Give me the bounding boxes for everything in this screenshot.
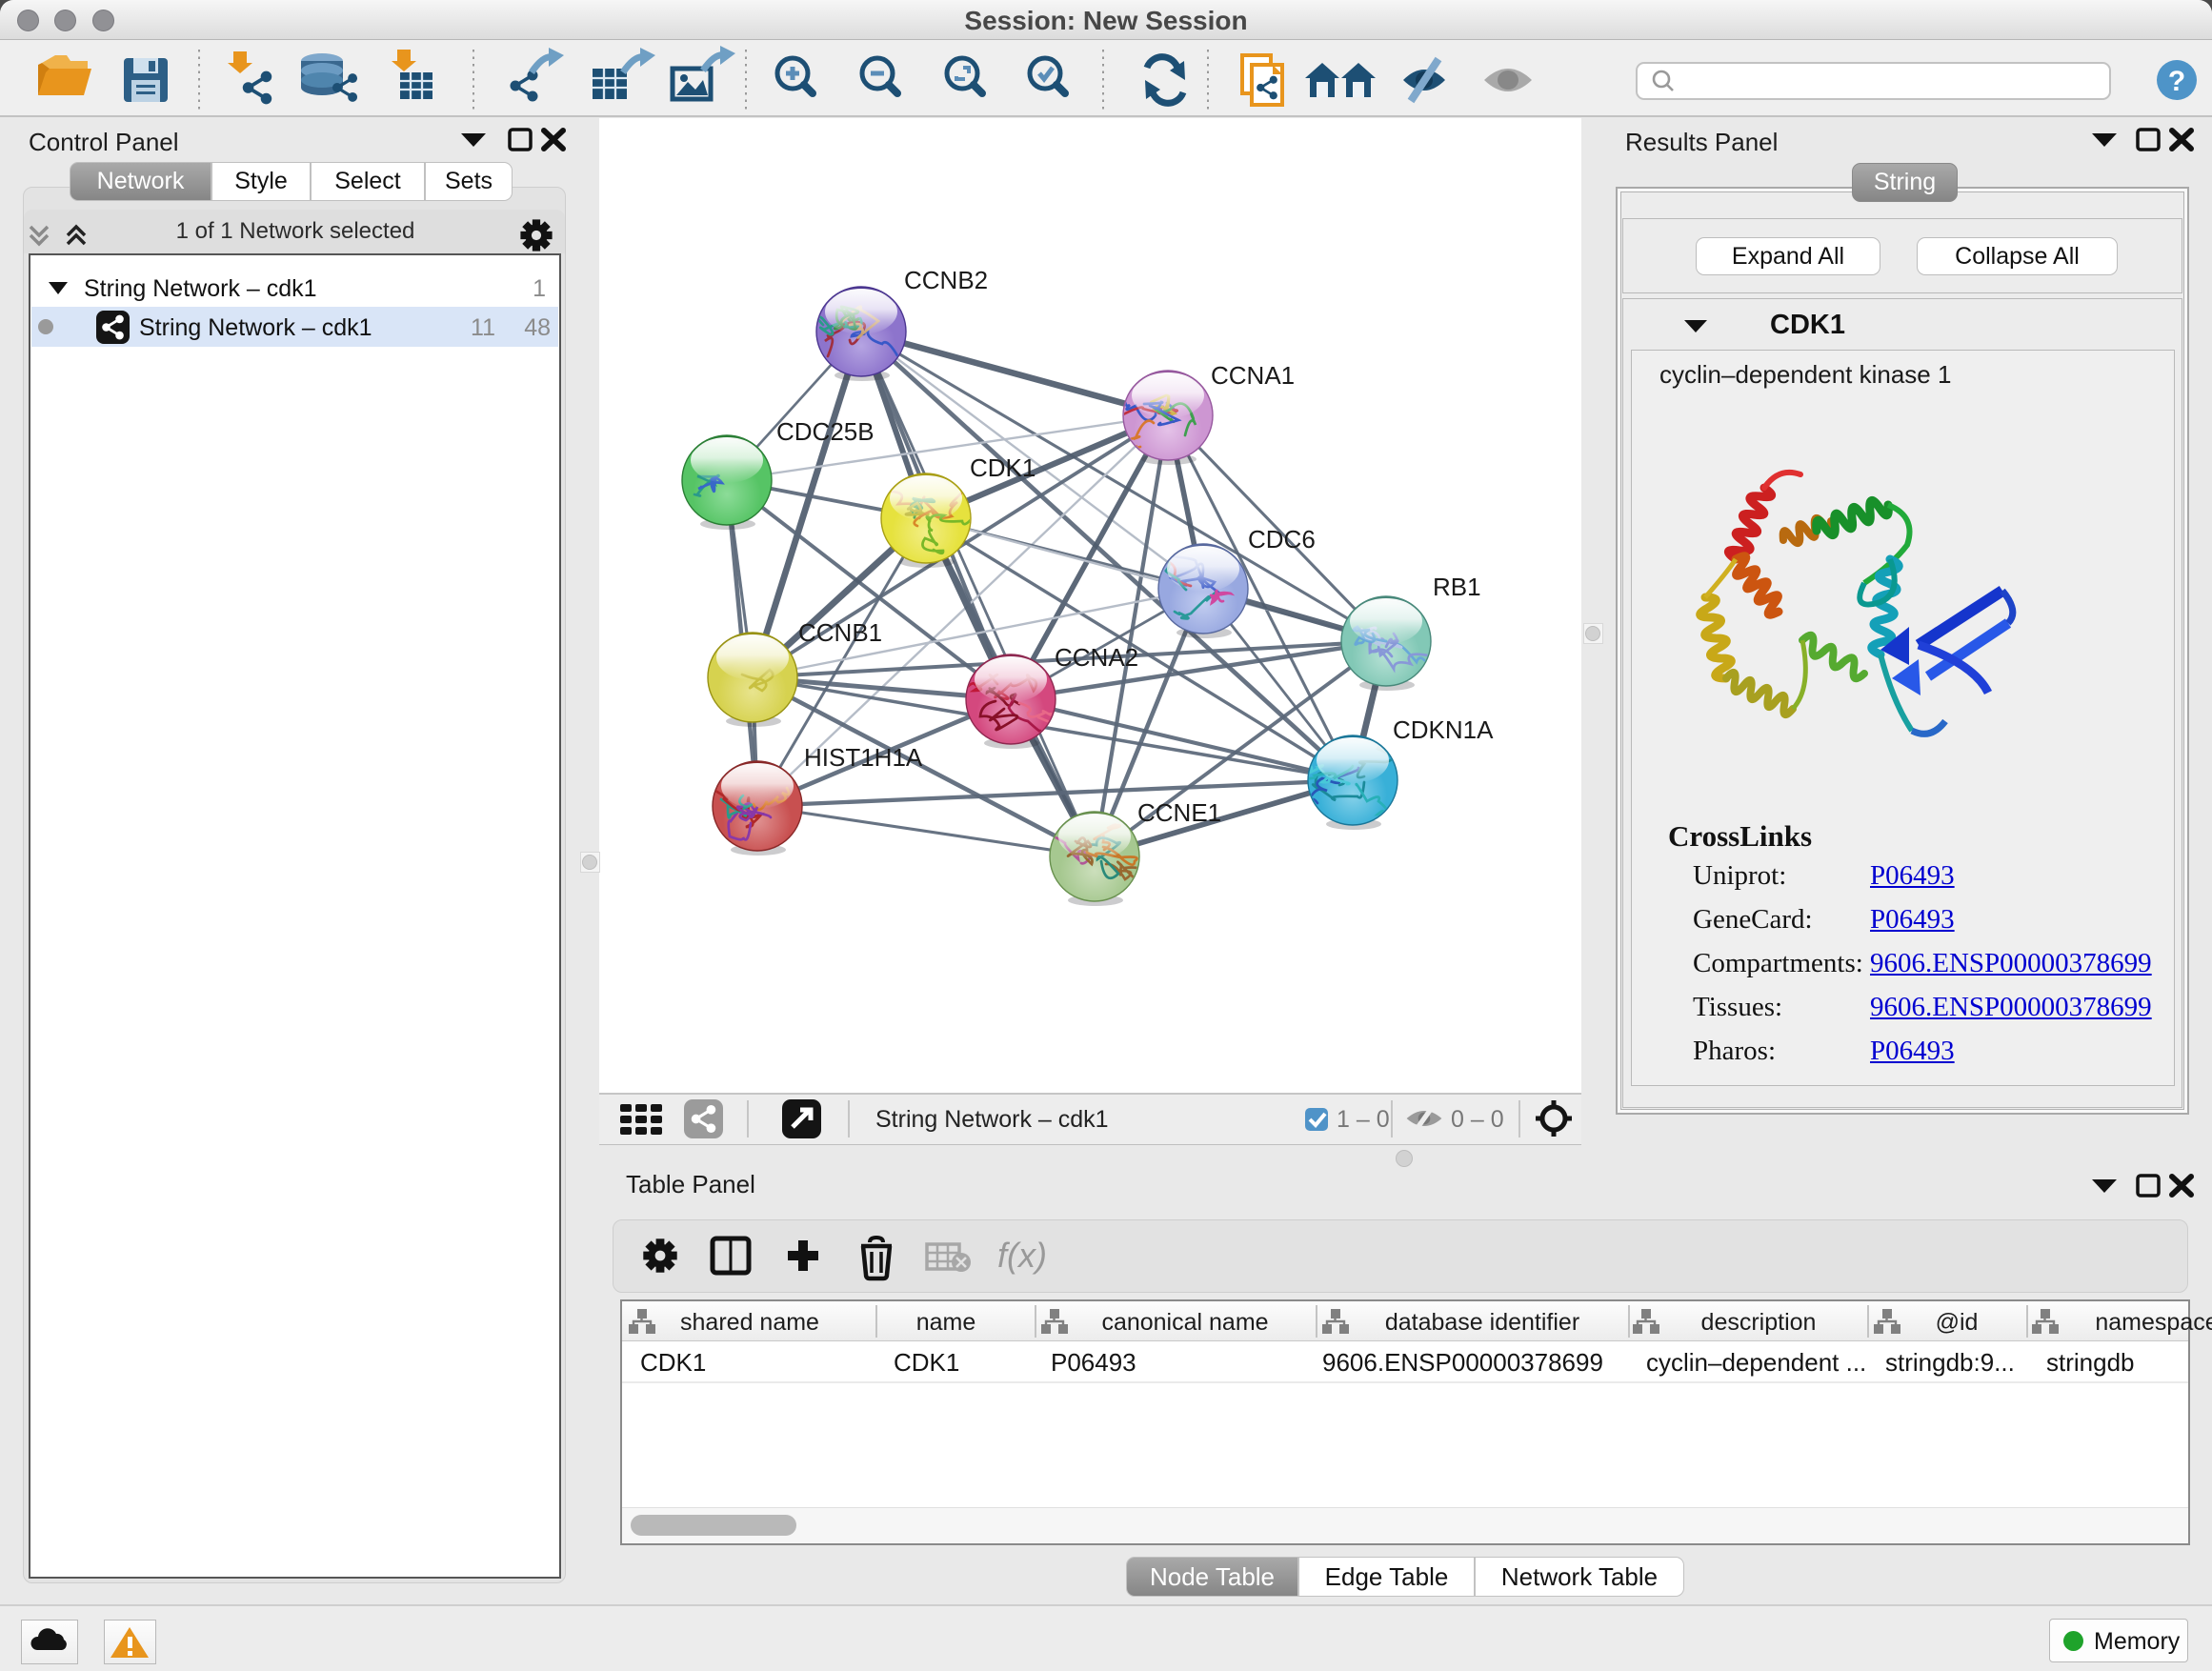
svg-text:CDK1: CDK1 <box>894 1348 959 1377</box>
svg-text:f(x): f(x) <box>997 1236 1047 1275</box>
svg-text:P06493: P06493 <box>1051 1348 1136 1377</box>
svg-text:description: description <box>1701 1309 1817 1336</box>
svg-text:shared name: shared name <box>680 1309 819 1336</box>
svg-text:name: name <box>916 1309 976 1336</box>
svg-text:stringdb: stringdb <box>2046 1348 2135 1377</box>
svg-text:namespace: namespace <box>2095 1309 2212 1336</box>
svg-text:stringdb:9...: stringdb:9... <box>1885 1348 2015 1377</box>
svg-text:canonical name: canonical name <box>1101 1309 1268 1336</box>
svg-text:cyclin–dependent ...: cyclin–dependent ... <box>1646 1348 1866 1377</box>
svg-text:9606.ENSP00000378699: 9606.ENSP00000378699 <box>1322 1348 1603 1377</box>
svg-text:database identifier: database identifier <box>1385 1309 1579 1336</box>
svg-text:@id: @id <box>1936 1309 1979 1336</box>
svg-text:CDK1: CDK1 <box>640 1348 706 1377</box>
